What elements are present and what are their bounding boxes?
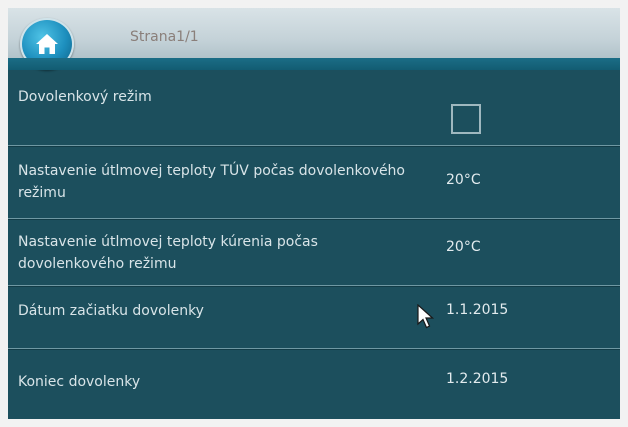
heating-temp-label: Nastavenie útlmovej teploty kúrenia poča… <box>18 234 318 272</box>
header-divider <box>8 58 620 70</box>
setting-row-hot-water-temp[interactable]: Nastavenie útlmovej teploty TÚV počas do… <box>8 146 620 219</box>
end-date-value[interactable]: 1.2.2015 <box>446 371 508 387</box>
setting-row-start-date[interactable]: Dátum začiatku dovolenky 1.1.2015 <box>8 286 620 349</box>
home-icon <box>36 34 58 54</box>
heating-temp-value[interactable]: 20°C <box>446 239 481 255</box>
end-date-label: Koniec dovolenky <box>18 374 141 390</box>
vacation-mode-checkbox[interactable] <box>451 104 481 134</box>
start-date-value[interactable]: 1.1.2015 <box>446 302 508 318</box>
page-indicator: Strana1/1 <box>130 29 199 45</box>
settings-list: Dovolenkový režim Nastavenie útlmovej te… <box>8 76 620 411</box>
setting-row-vacation-mode: Dovolenkový režim <box>8 76 620 146</box>
screen: Strana1/1 Dovolenkový režim Nastavenie ú… <box>8 8 620 419</box>
hot-water-temp-value[interactable]: 20°C <box>446 172 481 188</box>
setting-row-end-date[interactable]: Koniec dovolenky 1.2.2015 <box>8 349 620 411</box>
vacation-mode-label: Dovolenkový režim <box>18 89 152 105</box>
hot-water-temp-label: Nastavenie útlmovej teploty TÚV počas do… <box>18 163 405 201</box>
setting-row-heating-temp[interactable]: Nastavenie útlmovej teploty kúrenia poča… <box>8 219 620 286</box>
mouse-pointer-icon <box>417 304 434 329</box>
start-date-label: Dátum začiatku dovolenky <box>18 303 204 319</box>
